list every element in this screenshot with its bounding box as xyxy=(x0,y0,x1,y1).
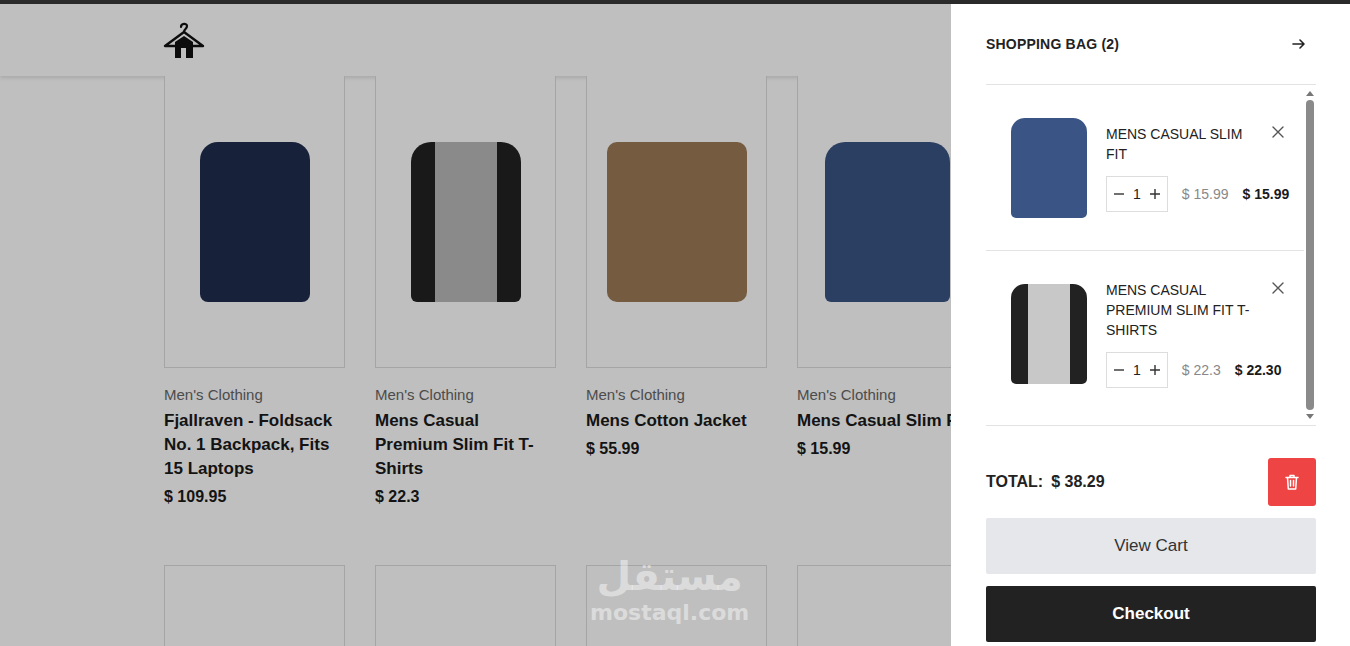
cart-item-old-price: $ 22.3 xyxy=(1182,362,1221,378)
cart-scrollbar[interactable] xyxy=(1304,85,1316,425)
quantity-value[interactable]: 1 xyxy=(1127,362,1147,378)
scroll-down-icon[interactable] xyxy=(1306,414,1314,419)
quantity-stepper: 1 xyxy=(1106,176,1168,212)
plus-icon[interactable] xyxy=(1147,365,1163,375)
scroll-up-icon[interactable] xyxy=(1306,91,1314,96)
total-label: TOTAL: xyxy=(986,473,1043,490)
minus-icon[interactable] xyxy=(1111,365,1127,375)
quantity-stepper: 1 xyxy=(1106,352,1168,388)
plus-icon[interactable] xyxy=(1147,189,1163,199)
trash-icon[interactable] xyxy=(1268,458,1316,506)
cart-total: TOTAL: $ 38.29 xyxy=(986,473,1105,491)
cart-item-image xyxy=(1008,114,1090,222)
watermark-arabic: مستقل xyxy=(590,552,749,600)
drawer-header: SHOPPING BAG (2) xyxy=(986,4,1316,85)
total-row: TOTAL: $ 38.29 xyxy=(986,426,1316,506)
cart-item-name: MENS CASUAL SLIM FIT xyxy=(1106,124,1264,164)
remove-x-icon[interactable] xyxy=(1272,282,1284,294)
view-cart-button[interactable]: View Cart xyxy=(986,518,1316,574)
cart-item-info: MENS CASUAL SLIM FIT 1 $ 15.99 $ 15.99 xyxy=(1106,124,1304,212)
cart-item: MENS CASUAL SLIM FIT 1 $ 15.99 $ 15.99 xyxy=(986,85,1304,251)
close-arrow-icon[interactable] xyxy=(1292,37,1306,51)
cart-item-price: $ 15.99 xyxy=(1243,186,1290,202)
total-value: $ 38.29 xyxy=(1051,473,1104,490)
checkout-button[interactable]: Checkout xyxy=(986,586,1316,642)
drawer-title: SHOPPING BAG (2) xyxy=(986,36,1119,52)
cart-item-old-price: $ 15.99 xyxy=(1182,186,1229,202)
cart-item-name: MENS CASUAL PREMIUM SLIM FIT T-SHIRTS xyxy=(1106,280,1264,340)
cart-list: MENS CASUAL SLIM FIT1$ 15.99$ 15.99MENS … xyxy=(986,85,1316,426)
remove-x-icon[interactable] xyxy=(1272,126,1284,138)
scroll-thumb[interactable] xyxy=(1306,100,1314,410)
cart-item-info: MENS CASUAL PREMIUM SLIM FIT T-SHIRTS 1 $ … xyxy=(1106,280,1304,388)
cart-item-image xyxy=(1008,280,1090,388)
cart-drawer: SHOPPING BAG (2) MENS CASUAL SLIM FIT 1 $ 1… xyxy=(951,4,1350,646)
storefront-page: Men's ClothingFjallraven - Foldsack No. … xyxy=(0,0,1350,646)
minus-icon[interactable] xyxy=(1111,189,1127,199)
quantity-value[interactable]: 1 xyxy=(1127,186,1147,202)
watermark: مستقلmostaql.com xyxy=(590,552,749,626)
cart-items: MENS CASUAL SLIM FIT1$ 15.99$ 15.99MENS … xyxy=(986,85,1304,425)
watermark-latin: mostaql.com xyxy=(590,600,749,626)
cart-item: MENS CASUAL PREMIUM SLIM FIT T-SHIRTS 1 $ … xyxy=(986,251,1304,417)
cart-item-price: $ 22.30 xyxy=(1235,362,1282,378)
